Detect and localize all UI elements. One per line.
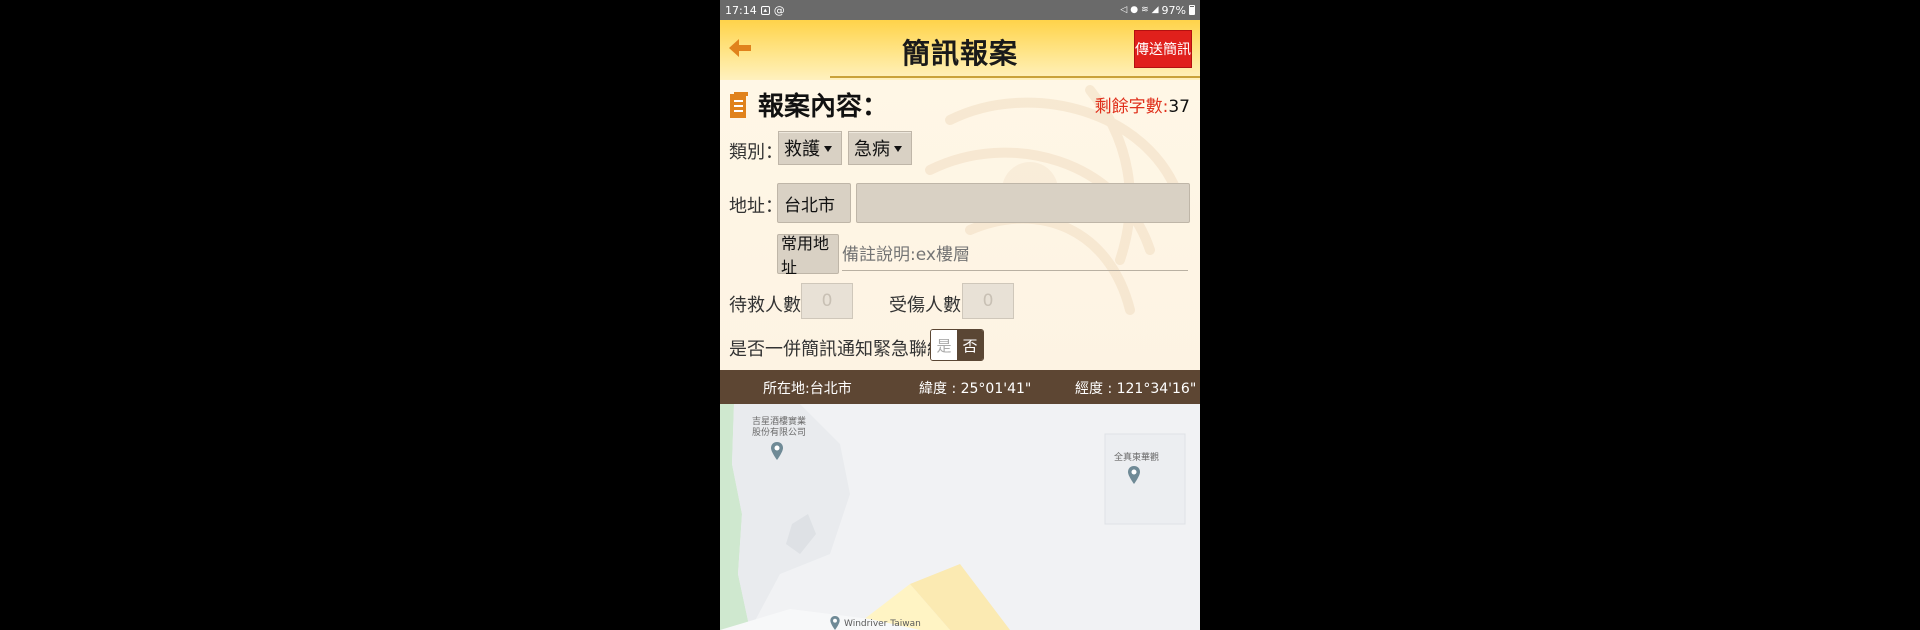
section-header: 報案內容： xyxy=(730,86,888,123)
category-label: 類別： xyxy=(729,142,783,163)
subcategory-value: 急病 xyxy=(854,139,890,160)
wifi-icon: ≋ xyxy=(1141,5,1149,15)
battery-icon xyxy=(1189,5,1195,15)
map-poi-label: 全真東華觀 xyxy=(1114,453,1160,463)
common-address-button[interactable]: 常用地址 xyxy=(777,234,839,277)
map-pin-icon[interactable] xyxy=(771,442,783,460)
category-value: 救護 xyxy=(784,139,820,160)
injured-count-input[interactable]: 0 xyxy=(962,283,1014,319)
section-title: 報案內容： xyxy=(758,92,889,122)
dropdown-caret-icon xyxy=(894,146,902,152)
at-icon: @ xyxy=(773,3,785,17)
dropdown-caret-icon xyxy=(824,146,832,152)
status-bar: 17:14 ▴ @ ◁ ● ≋ ◢ 97% xyxy=(720,0,1200,20)
category-select[interactable]: 救護 xyxy=(778,131,842,165)
rescue-count-input[interactable]: 0 xyxy=(801,283,853,319)
map-poi-label: 股份有限公司 xyxy=(752,428,807,438)
note-input[interactable] xyxy=(842,239,1188,271)
address-label: 地址： xyxy=(729,196,783,217)
person-icon: ▴ xyxy=(760,5,770,15)
document-icon xyxy=(730,91,748,118)
signal-icon: ◢ xyxy=(1151,5,1159,15)
location-latitude: 緯度 : 25°01'41" xyxy=(919,381,1032,397)
notify-toggle: 是 否 xyxy=(930,329,984,361)
mute-icon: ◁ xyxy=(1120,5,1128,15)
map-pin-icon[interactable] xyxy=(1128,466,1140,484)
location-bar: 所在地:台北市 緯度 : 25°01'41" 經度 : 121°34'16" xyxy=(720,370,1200,404)
address-input[interactable] xyxy=(856,183,1190,223)
notify-no-option[interactable]: 否 xyxy=(957,330,983,360)
phone-screen: 17:14 ▴ @ ◁ ● ≋ ◢ 97% 簡訊報案 傳送簡訊 報案內容： 剩餘… xyxy=(720,0,1200,630)
subcategory-select[interactable]: 急病 xyxy=(848,131,912,165)
location-place: 所在地:台北市 xyxy=(763,381,852,397)
remaining-count: 37 xyxy=(1168,97,1190,117)
send-sms-button[interactable]: 傳送簡訊 xyxy=(1134,30,1192,68)
header-divider xyxy=(830,76,1200,78)
location-icon: ● xyxy=(1130,5,1139,15)
report-form: 報案內容： 剩餘字數:37 類別： 救護 急病 地址： 台北市 常用地址 待救人… xyxy=(720,80,1200,370)
map-view[interactable]: 吉星酒樓實業 股份有限公司 全真東華觀 Windriver Taiwan xyxy=(720,404,1200,630)
notify-yes-option[interactable]: 是 xyxy=(931,330,957,360)
page-title: 簡訊報案 xyxy=(901,37,1018,70)
location-longitude: 經度 : 121°34'16" xyxy=(1075,381,1197,397)
map-poi-label: Windriver Taiwan xyxy=(844,619,921,629)
battery-level: 97% xyxy=(1161,3,1186,17)
app-header: 簡訊報案 傳送簡訊 xyxy=(720,20,1200,80)
status-time: 17:14 xyxy=(725,3,757,17)
city-select[interactable]: 台北市 xyxy=(777,183,851,223)
remaining-label: 剩餘字數: xyxy=(1094,97,1169,117)
map-pin-icon[interactable] xyxy=(830,616,840,630)
remaining-chars: 剩餘字數:37 xyxy=(1095,92,1190,117)
